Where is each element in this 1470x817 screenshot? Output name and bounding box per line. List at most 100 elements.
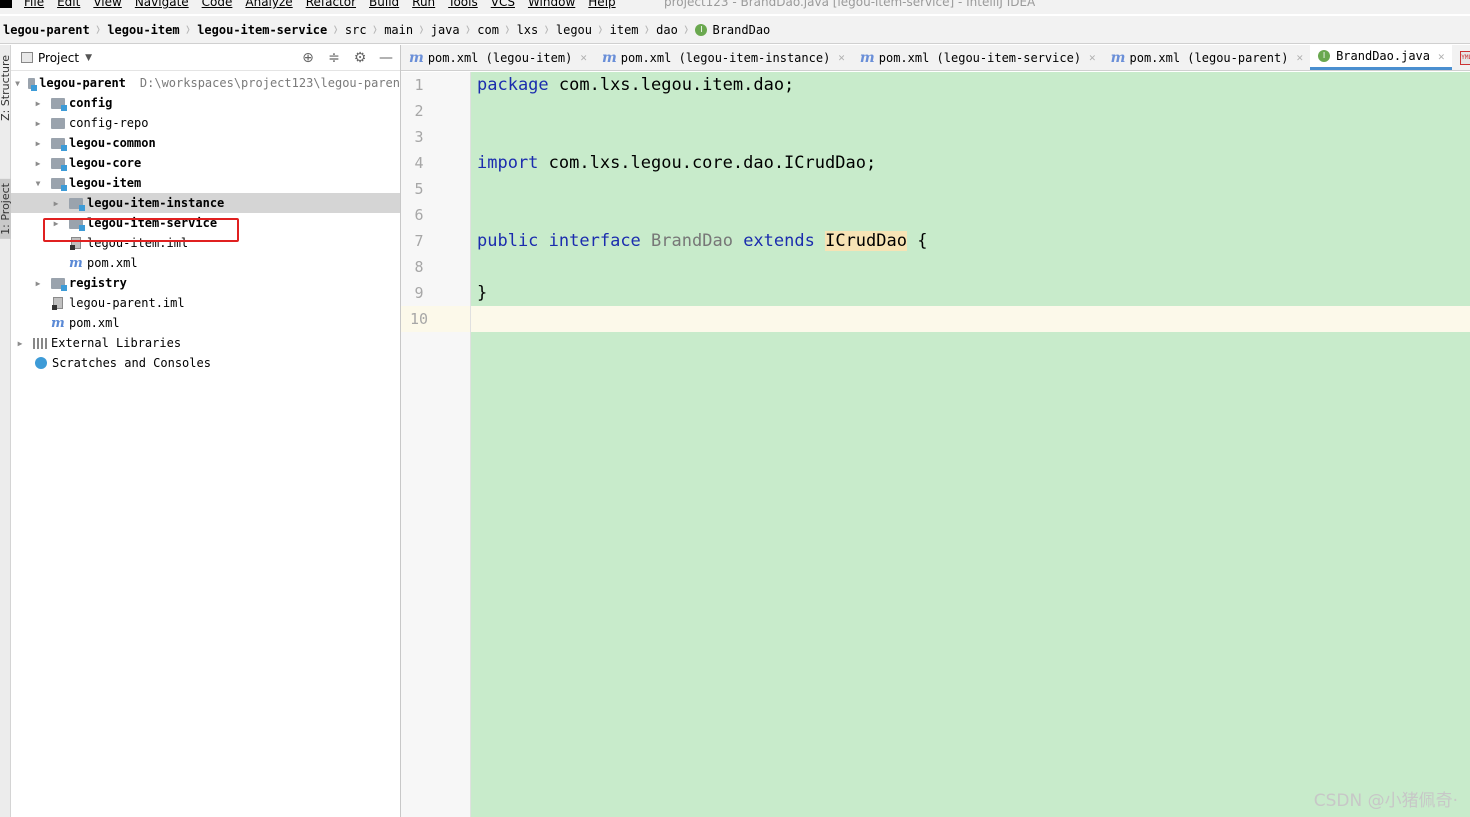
menu-items: File Edit View Navigate Code Analyze Ref…: [24, 0, 616, 9]
menu-refactor[interactable]: Refactor: [306, 0, 356, 9]
module-folder-icon: [51, 177, 67, 191]
tree-item-label: legou-item-service: [87, 216, 218, 230]
tab-yaml[interactable]: YML i: [1452, 45, 1470, 70]
collapsed-arrow-icon[interactable]: ▶: [33, 119, 43, 128]
breadcrumb: legou-parent ❭ legou-item ❭ legou-item-ser…: [0, 16, 1470, 44]
tab-pom-legou-item[interactable]: m pom.xml (legou-item) ✕: [401, 45, 594, 70]
crumb-legou[interactable]: legou: [556, 23, 592, 37]
chevron-right-icon: ❭: [597, 23, 604, 36]
module-folder-icon: [51, 137, 67, 151]
crumb-lxs[interactable]: lxs: [517, 23, 539, 37]
brace: }: [477, 283, 488, 303]
crumb-main[interactable]: main: [384, 23, 413, 37]
crumb-legou-item[interactable]: legou-item: [107, 23, 179, 37]
menu-analyze[interactable]: Analyze: [245, 0, 292, 9]
code-line-9[interactable]: }: [477, 280, 487, 306]
collapsed-arrow-icon[interactable]: ▶: [33, 99, 43, 108]
crumb-legou-item-service[interactable]: legou-item-service: [197, 23, 327, 37]
tree-item-legou-common[interactable]: ▶ legou-common: [11, 133, 400, 153]
interface-name: BrandDao: [651, 231, 733, 251]
tab-branddao-java[interactable]: I BrandDao.java ✕: [1310, 45, 1452, 70]
menu-bar: File Edit View Navigate Code Analyze Ref…: [0, 0, 1470, 14]
tree-item-legou-parent-iml[interactable]: ▶ legou-parent.iml: [11, 293, 400, 313]
tree-item-label: legou-common: [69, 136, 156, 150]
minimize-icon[interactable]: —: [378, 49, 394, 67]
expanded-arrow-icon[interactable]: ▼: [15, 79, 20, 88]
crumb-com[interactable]: com: [477, 23, 499, 37]
chevron-right-icon: ❭: [371, 23, 379, 36]
collapsed-arrow-icon[interactable]: ▶: [51, 199, 61, 208]
chevron-right-icon: ❭: [543, 23, 550, 36]
tree-item-legou-item-iml[interactable]: ▶ legou-item.iml: [11, 233, 400, 253]
module-folder-icon: [69, 197, 85, 211]
keyword: extends: [743, 231, 815, 251]
crumb-dao[interactable]: dao: [656, 23, 678, 37]
code-line-1[interactable]: package com.lxs.legou.item.dao;: [477, 72, 794, 98]
tree-item-legou-item-instance[interactable]: ▶ legou-item-instance: [11, 193, 400, 213]
tree-item-legou-item[interactable]: ▼ legou-item: [11, 173, 400, 193]
type-reference: ICrudDao: [825, 231, 907, 251]
tree-item-label: registry: [69, 276, 127, 290]
menu-code[interactable]: Code: [202, 0, 233, 9]
tree-item-registry[interactable]: ▶ registry: [11, 273, 400, 293]
menu-help[interactable]: Help: [588, 0, 615, 9]
tree-item-legou-item-service[interactable]: ▶ legou-item-service: [11, 213, 400, 233]
module-folder-icon: [51, 157, 67, 171]
menu-run[interactable]: Run: [412, 0, 435, 9]
tab-pom-legou-item-instance[interactable]: m pom.xml (legou-item-instance) ✕: [594, 45, 852, 70]
collapse-icon[interactable]: ≑: [326, 49, 342, 67]
tab-pom-legou-item-service[interactable]: m pom.xml (legou-item-service) ✕: [852, 45, 1103, 70]
expanded-arrow-icon[interactable]: ▼: [33, 179, 43, 188]
import-path: com.lxs.legou.core.dao.ICrudDao;: [538, 153, 877, 173]
tree-item-label: pom.xml: [87, 256, 138, 270]
menu-tools[interactable]: Tools: [448, 0, 478, 9]
code-line-4[interactable]: import com.lxs.legou.core.dao.ICrudDao;: [477, 150, 876, 176]
brace: {: [906, 231, 928, 251]
tab-label: pom.xml (legou-item): [427, 50, 573, 65]
tab-label: BrandDao.java: [1336, 49, 1430, 63]
collapsed-arrow-icon[interactable]: ▶: [33, 139, 43, 148]
crumb-branddao[interactable]: BrandDao: [712, 23, 770, 37]
code-editor[interactable]: package com.lxs.legou.item.dao; import c…: [471, 72, 1470, 817]
line-number: 4: [414, 154, 424, 172]
menu-window[interactable]: Window: [528, 0, 575, 9]
chevron-right-icon: ❭: [94, 23, 102, 36]
menu-view[interactable]: View: [93, 0, 121, 9]
close-icon[interactable]: ✕: [1438, 50, 1445, 63]
close-icon[interactable]: ✕: [1089, 51, 1096, 64]
menu-edit[interactable]: Edit: [57, 0, 80, 9]
tree-item-pom-item[interactable]: ▶ m pom.xml: [11, 253, 400, 273]
tree-item-label: legou-item.iml: [87, 236, 189, 250]
collapsed-arrow-icon[interactable]: ▶: [33, 159, 43, 168]
code-line-7[interactable]: public interface BrandDao extends ICrudD…: [477, 228, 927, 254]
menu-build[interactable]: Build: [369, 0, 399, 9]
tree-item-config-repo[interactable]: ▶ config-repo: [11, 113, 400, 133]
locate-icon[interactable]: ⊕: [300, 49, 316, 67]
tree-item-scratches[interactable]: ▶ Scratches and Consoles: [11, 353, 400, 373]
tree-item-config[interactable]: ▶ config: [11, 93, 400, 113]
collapsed-arrow-icon[interactable]: ▶: [33, 279, 43, 288]
window-title: project123 - BrandDao.java [legou-item-s…: [664, 0, 1036, 9]
crumb-item[interactable]: item: [610, 23, 639, 37]
tab-pom-legou-parent[interactable]: m pom.xml (legou-parent) ✕: [1103, 45, 1310, 70]
menu-file[interactable]: File: [24, 0, 44, 9]
tree-item-legou-core[interactable]: ▶ legou-core: [11, 153, 400, 173]
crumb-legou-parent[interactable]: legou-parent: [3, 23, 90, 37]
crumb-java[interactable]: java: [431, 23, 460, 37]
project-view-selector[interactable]: Project: [38, 51, 79, 65]
tree-item-external-libraries[interactable]: ▶ External Libraries: [11, 333, 400, 353]
collapsed-arrow-icon[interactable]: ▶: [51, 219, 61, 228]
collapsed-arrow-icon[interactable]: ▶: [15, 339, 25, 348]
chevron-down-icon[interactable]: ▼: [85, 53, 92, 63]
tree-item-pom-parent[interactable]: ▶ m pom.xml: [11, 313, 400, 333]
tree-item-legou-parent[interactable]: ▼ legou-parent D:\workspaces\project123\…: [11, 73, 400, 93]
gear-icon[interactable]: ⚙: [352, 49, 368, 67]
menu-vcs[interactable]: VCS: [491, 0, 515, 9]
close-icon[interactable]: ✕: [580, 51, 587, 64]
interface-icon: I: [695, 23, 708, 36]
menu-navigate[interactable]: Navigate: [135, 0, 189, 9]
close-icon[interactable]: ✕: [838, 51, 845, 64]
crumb-src[interactable]: src: [345, 23, 367, 37]
line-number: 9: [414, 284, 424, 302]
close-icon[interactable]: ✕: [1296, 51, 1303, 64]
